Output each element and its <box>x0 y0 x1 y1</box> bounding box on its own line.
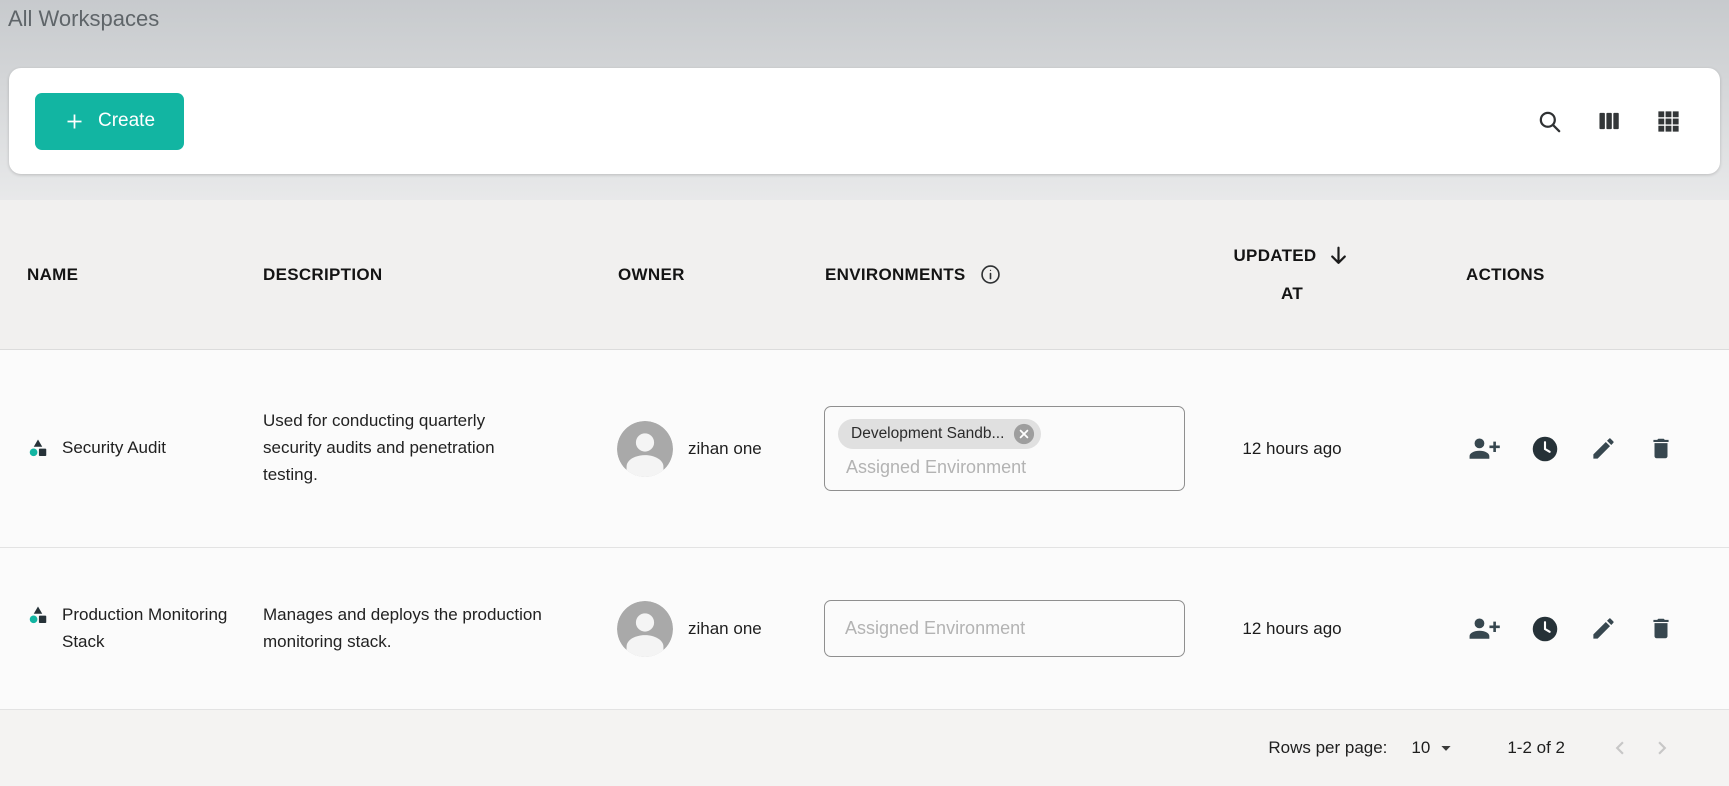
add-user-button[interactable] <box>1468 436 1500 461</box>
workspace-description: Manages and deploys the production monit… <box>236 602 591 656</box>
edit-button[interactable] <box>1590 615 1617 642</box>
actions-cell <box>1408 435 1729 463</box>
workspace-name: Production Monitoring Stack <box>62 602 228 655</box>
history-clock-button[interactable] <box>1531 435 1559 463</box>
search-icon[interactable] <box>1536 108 1563 135</box>
toolbar-icons <box>1536 108 1682 135</box>
workspace-category-icon <box>28 438 48 463</box>
column-header-environments[interactable]: ENVIRONMENTS <box>798 263 1176 286</box>
plus-icon <box>64 111 85 132</box>
environment-placeholder: Assigned Environment <box>838 457 1172 478</box>
column-header-updated-line2: AT <box>1281 275 1303 313</box>
environment-placeholder: Assigned Environment <box>845 618 1025 639</box>
avatar <box>617 421 673 477</box>
assigned-environment-input[interactable]: Assigned Environment <box>824 600 1185 657</box>
avatar <box>617 601 673 657</box>
rows-per-page-select[interactable]: 10 <box>1411 737 1457 759</box>
environment-chip: Development Sandb... <box>838 419 1041 449</box>
assigned-environment-input[interactable]: Development Sandb... Assigned Environmen… <box>824 406 1185 491</box>
column-header-name[interactable]: NAME <box>0 265 236 285</box>
workspace-name-cell: Production Monitoring Stack <box>0 602 236 655</box>
chevron-down-icon <box>1435 737 1457 759</box>
workspace-category-icon <box>28 605 48 630</box>
workspace-name: Security Audit <box>62 435 166 461</box>
owner-name: zihan one <box>688 619 762 639</box>
column-header-environments-label: ENVIRONMENTS <box>825 265 966 285</box>
create-button[interactable]: Create <box>35 93 184 150</box>
column-header-owner[interactable]: OWNER <box>591 265 798 285</box>
history-clock-button[interactable] <box>1531 615 1559 643</box>
updated-at-value: 12 hours ago <box>1176 619 1408 639</box>
workspace-name-cell: Security Audit <box>0 435 236 463</box>
top-section: All Workspaces Create <box>0 0 1729 200</box>
updated-at-value: 12 hours ago <box>1176 439 1408 459</box>
environments-cell: Assigned Environment <box>798 600 1176 657</box>
table-header-row: NAME DESCRIPTION OWNER ENVIRONMENTS UPDA… <box>0 200 1729 350</box>
workspace-description: Used for conducting quarterly security a… <box>236 408 591 489</box>
owner-name: zihan one <box>688 439 762 459</box>
sort-desc-arrow-icon <box>1326 243 1351 268</box>
environment-chip-label: Development Sandb... <box>851 425 1004 443</box>
table-grid-icon[interactable] <box>1655 108 1682 135</box>
page-title: All Workspaces <box>0 0 1729 36</box>
table-pagination: Rows per page: 10 1-2 of 2 <box>0 710 1729 786</box>
column-header-updated-line1: UPDATED <box>1233 237 1316 275</box>
delete-button[interactable] <box>1648 435 1674 462</box>
column-header-description[interactable]: DESCRIPTION <box>236 265 591 285</box>
rows-per-page-value: 10 <box>1411 738 1430 758</box>
chip-remove-icon[interactable] <box>1013 423 1035 445</box>
toolbar: Create <box>9 68 1720 174</box>
column-header-actions: ACTIONS <box>1408 265 1729 285</box>
pagination-range: 1-2 of 2 <box>1507 738 1565 758</box>
owner-cell: zihan one <box>591 601 798 657</box>
delete-button[interactable] <box>1648 615 1674 642</box>
environments-cell: Development Sandb... Assigned Environmen… <box>798 406 1176 491</box>
edit-button[interactable] <box>1590 435 1617 462</box>
actions-cell <box>1408 615 1729 643</box>
view-column-icon[interactable] <box>1596 108 1622 134</box>
rows-per-page-label: Rows per page: <box>1268 738 1387 758</box>
column-header-updated-at[interactable]: UPDATED AT <box>1176 237 1408 313</box>
next-page-button[interactable] <box>1649 735 1675 761</box>
owner-cell: zihan one <box>591 421 798 477</box>
add-user-button[interactable] <box>1468 616 1500 641</box>
table-row: Security Audit Used for conducting quart… <box>0 350 1729 548</box>
previous-page-button[interactable] <box>1607 735 1633 761</box>
create-button-label: Create <box>98 110 155 132</box>
table-row: Production Monitoring Stack Manages and … <box>0 548 1729 710</box>
info-icon[interactable] <box>979 263 1002 286</box>
